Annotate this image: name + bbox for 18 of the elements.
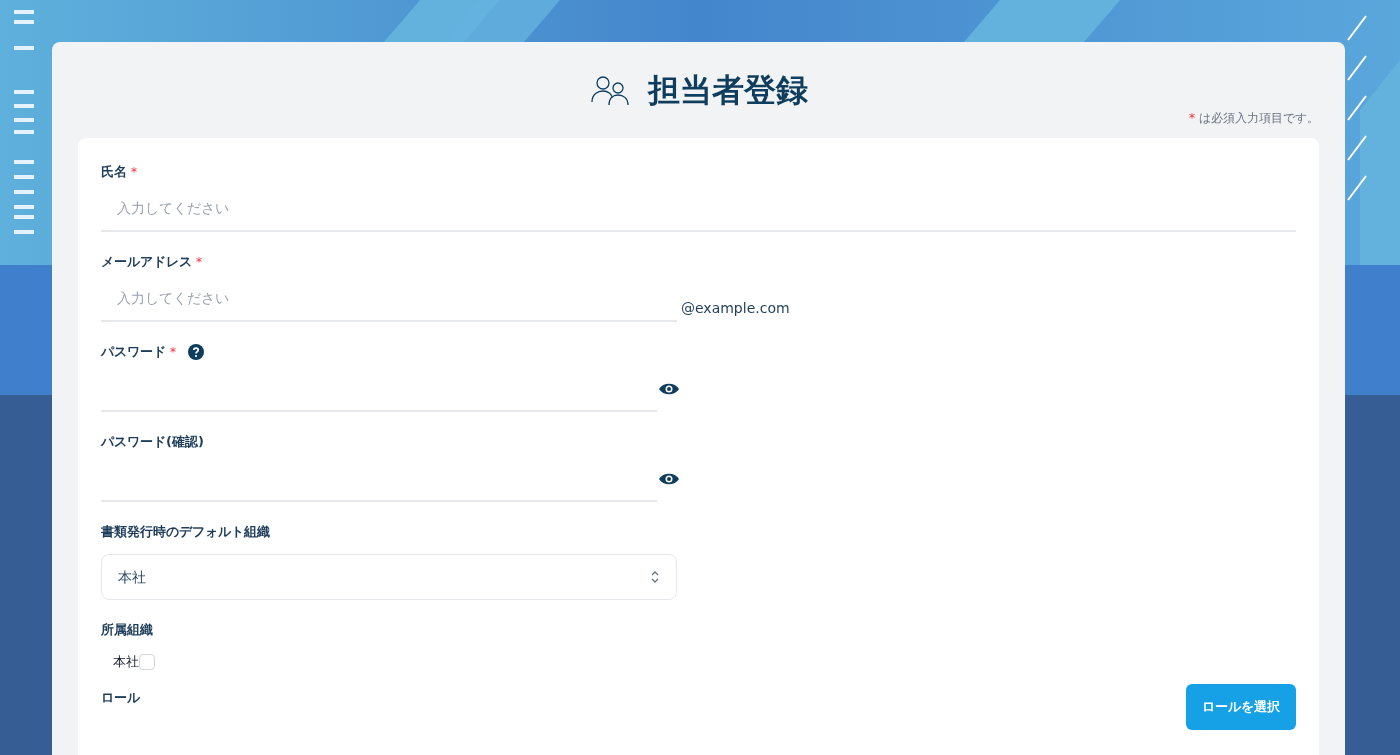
field-label: パスワード <box>101 343 166 362</box>
select-field[interactable]: 本社 <box>101 554 677 600</box>
field-label: パスワード(確認) <box>101 433 204 452</box>
required-mark: * <box>170 344 176 360</box>
field-label: 書類発行時のデフォルト組織 <box>101 523 270 542</box>
field-label: 氏名 <box>101 163 127 182</box>
field-label: ロール <box>101 688 140 707</box>
field-label: メールアドレス <box>101 253 192 272</box>
field-label: 所属組織 <box>101 621 153 640</box>
required-note: は必須入力項目です。 <box>1199 110 1319 126</box>
checkbox-label: 本社 <box>113 653 139 671</box>
email-field[interactable]: 入力してください <box>101 276 677 322</box>
required-mark: * <box>131 164 137 180</box>
required-mark: * <box>196 254 202 270</box>
required-note-mark: * <box>1189 110 1195 126</box>
text-field[interactable]: 入力してください <box>101 186 1296 232</box>
page-title: 担当者登録 <box>647 70 808 111</box>
email-domain: @example.com <box>681 299 790 318</box>
